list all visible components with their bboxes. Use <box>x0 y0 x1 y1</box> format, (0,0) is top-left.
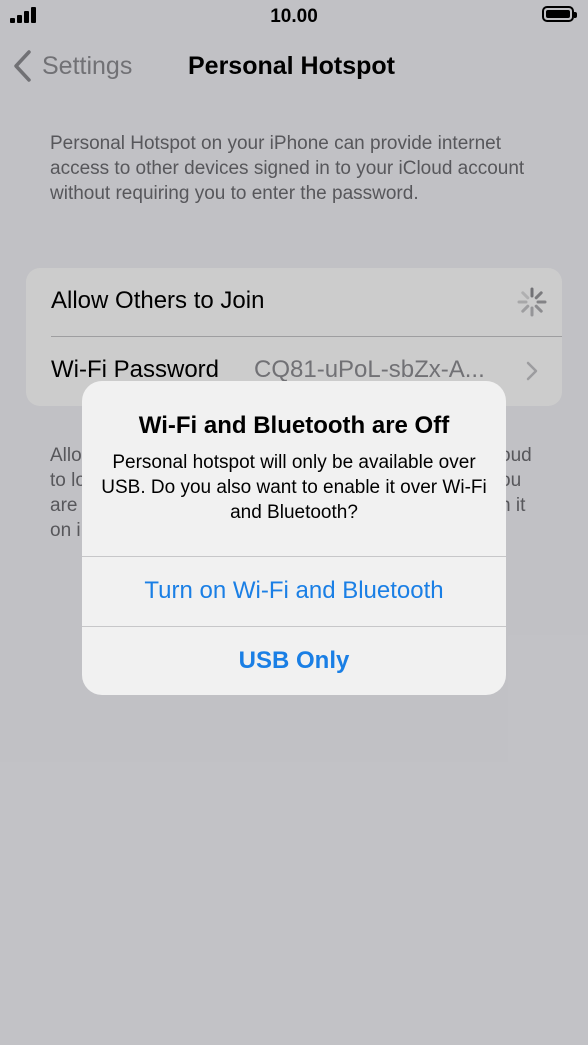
wifi-bluetooth-off-alert: Wi-Fi and Bluetooth are Off Personal hot… <box>82 381 506 695</box>
turn-on-wifi-bluetooth-button[interactable]: Turn on Wi-Fi and Bluetooth <box>82 557 506 625</box>
alert-message: Personal hotspot will only be available … <box>101 452 487 523</box>
alert-title: Wi-Fi and Bluetooth are Off <box>138 412 450 439</box>
usb-only-button[interactable]: USB Only <box>82 627 506 695</box>
personal-hotspot-screen: 10.00 Settings Personal Hotspot Personal… <box>0 0 588 1045</box>
